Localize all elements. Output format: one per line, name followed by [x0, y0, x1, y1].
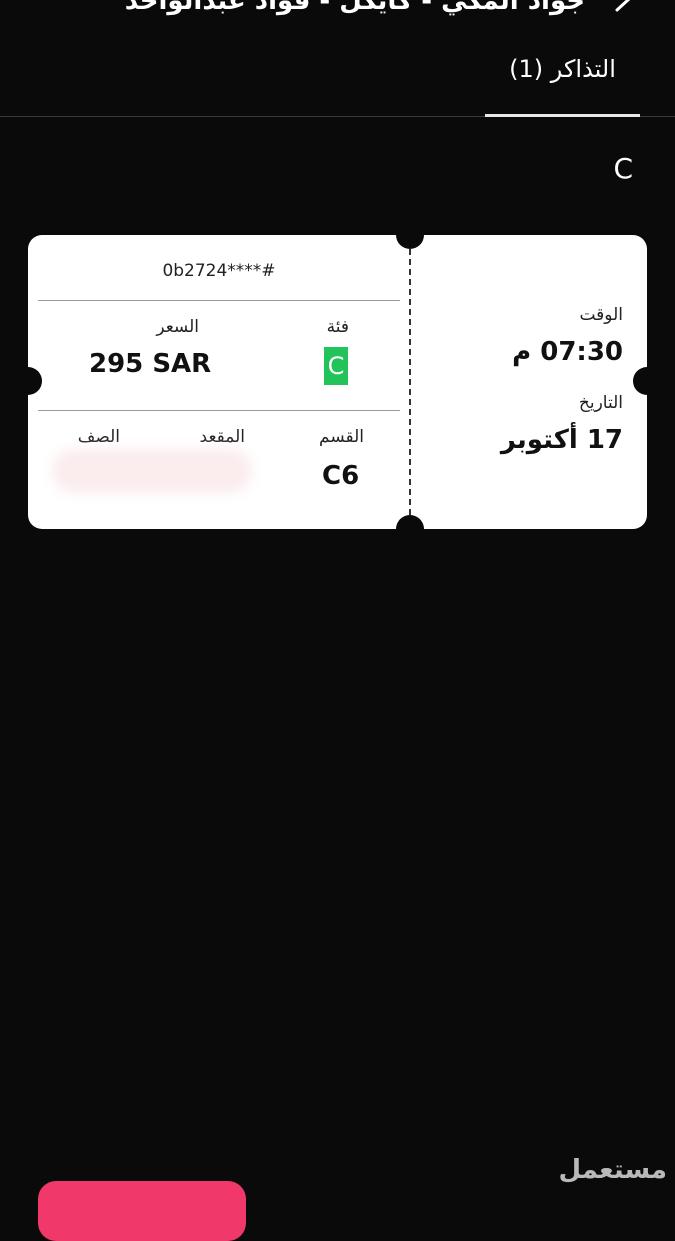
ticket-code: 0b2724****# — [162, 261, 276, 281]
price-label: السعر — [156, 317, 199, 337]
ticket-divider-top — [38, 300, 400, 301]
tab-tickets-label: التذاكر (1) — [509, 55, 616, 83]
block-label: القسم — [319, 427, 364, 447]
price-value: 295 SAR — [89, 349, 212, 379]
ticket-divider-bottom — [38, 410, 400, 411]
watermark-logo: مستعمل — [558, 1155, 668, 1185]
tab-tickets[interactable]: التذاكر (1) — [485, 48, 640, 117]
block-value: C6 — [322, 461, 360, 491]
redacted-seat-row — [52, 449, 252, 493]
ticket-notch-top — [396, 221, 424, 249]
action-button[interactable] — [38, 1181, 246, 1241]
seat-label: المقعد — [199, 427, 245, 447]
tab-bar: التذاكر (1) — [0, 0, 675, 117]
section-letter: C — [613, 152, 633, 185]
tab-active-indicator — [485, 114, 640, 117]
time-value: 07:30 م — [512, 337, 623, 367]
ticket-notch-left — [14, 367, 42, 395]
ticket-perforation — [409, 249, 411, 515]
time-label: الوقت — [579, 305, 623, 325]
row-label: الصف — [77, 427, 120, 447]
ticket-card[interactable]: 0b2724****# فئة C السعر 295 SAR القسم C6… — [14, 221, 661, 543]
date-value: 17 أكتوبر — [500, 425, 623, 455]
ticket-notch-bottom — [396, 515, 424, 543]
category-label: فئة — [326, 317, 349, 337]
ticket-notch-right — [633, 367, 661, 395]
date-label: التاريخ — [578, 393, 623, 413]
category-badge: C — [324, 347, 348, 385]
